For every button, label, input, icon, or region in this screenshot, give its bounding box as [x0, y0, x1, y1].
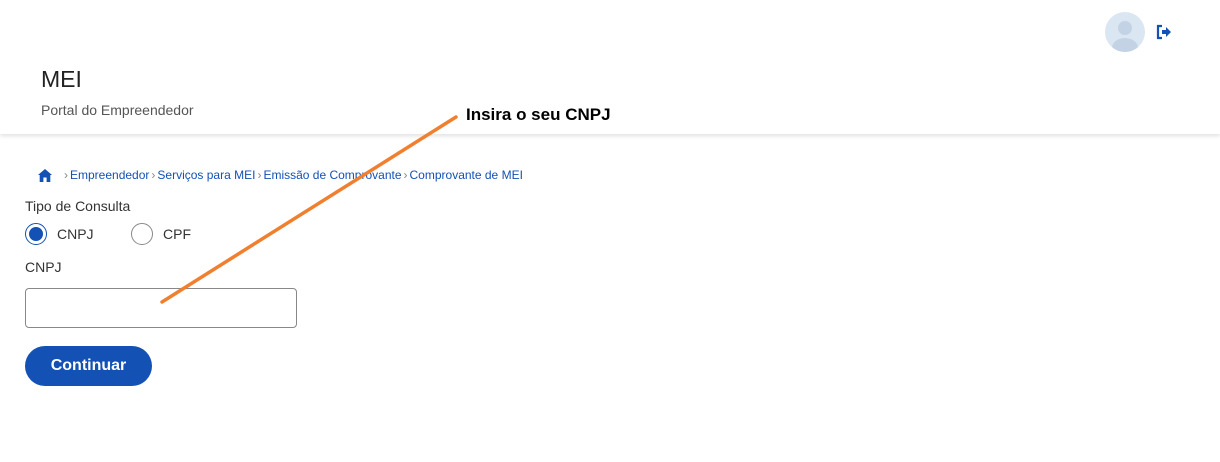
user-avatar[interactable]: [1105, 12, 1145, 52]
breadcrumb: › Empreendedor › Serviços para MEI › Emi…: [38, 168, 523, 182]
cnpj-input[interactable]: [25, 288, 297, 328]
cnpj-label: CNPJ: [25, 259, 62, 275]
radio-cnpj-label: CNPJ: [57, 226, 94, 242]
breadcrumb-item-comprovante[interactable]: Comprovante de MEI: [410, 168, 523, 182]
app-subtitle: Portal do Empreendedor: [41, 102, 194, 118]
breadcrumb-item-emissao[interactable]: Emissão de Comprovante: [263, 168, 401, 182]
annotation-text: Insira o seu CNPJ: [466, 105, 611, 124]
sign-out-icon: [1156, 24, 1171, 40]
radio-cnpj[interactable]: CNPJ: [25, 223, 94, 245]
tipo-consulta-label: Tipo de Consulta: [25, 198, 131, 214]
radio-cpf[interactable]: CPF: [131, 223, 191, 245]
radio-cpf-circle[interactable]: [131, 223, 153, 245]
chevron-right-icon: ›: [257, 168, 262, 182]
radio-cpf-label: CPF: [163, 226, 191, 242]
breadcrumb-item-empreendedor[interactable]: Empreendedor: [70, 168, 149, 182]
user-icon: [1112, 21, 1138, 52]
chevron-right-icon: ›: [64, 168, 68, 182]
chevron-right-icon: ›: [403, 168, 408, 182]
logout-button[interactable]: [1155, 23, 1173, 41]
breadcrumb-item-servicos[interactable]: Serviços para MEI: [157, 168, 255, 182]
continuar-button[interactable]: Continuar: [25, 346, 152, 386]
app-title: MEI: [41, 66, 82, 92]
home-icon[interactable]: [38, 168, 52, 182]
radio-cnpj-circle[interactable]: [25, 223, 47, 245]
chevron-right-icon: ›: [151, 168, 156, 182]
